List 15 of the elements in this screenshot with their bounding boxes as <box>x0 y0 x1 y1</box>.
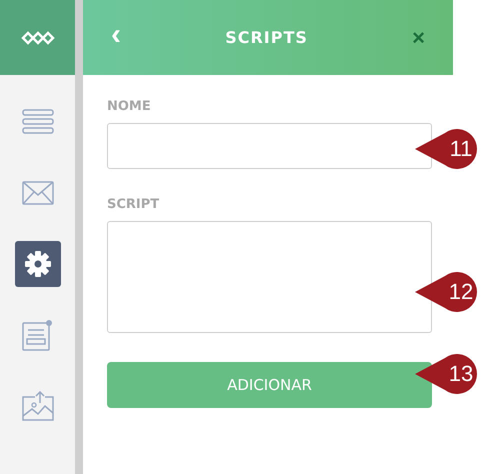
script-field[interactable] <box>107 221 432 333</box>
settings-icon <box>24 251 50 277</box>
sidebar-item[interactable] <box>14 241 60 287</box>
image-upload-icon <box>22 391 54 421</box>
list-icon <box>22 109 54 135</box>
field-label: SCRIPT <box>107 197 160 212</box>
name-field[interactable] <box>107 123 432 169</box>
add-button[interactable]: ADICIONAR <box>107 362 432 408</box>
close-button[interactable]: × <box>412 26 425 48</box>
panel-title: SCRIPTS <box>225 28 308 47</box>
form-icon <box>22 319 54 351</box>
mail-icon <box>22 181 54 205</box>
logo-icon <box>20 30 54 44</box>
field-label: NOME <box>107 99 152 114</box>
back-button[interactable]: ‹ <box>111 20 121 50</box>
